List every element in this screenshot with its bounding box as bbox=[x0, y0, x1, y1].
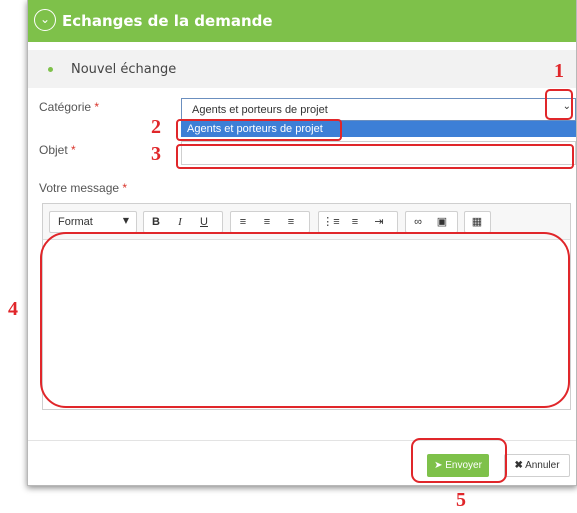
collapse-toggle-icon[interactable]: ⌄ bbox=[34, 9, 56, 31]
callout-box-3 bbox=[176, 144, 574, 169]
callout-box-5 bbox=[411, 438, 507, 483]
cancel-button[interactable]: ✖ Annuler bbox=[504, 454, 570, 477]
align-group: ≡ ≡ ≡ bbox=[230, 211, 310, 233]
callout-number-3: 3 bbox=[151, 143, 161, 165]
required-mark: * bbox=[71, 143, 76, 157]
align-center-icon[interactable]: ≡ bbox=[255, 212, 279, 232]
panel-title: Echanges de la demande bbox=[62, 12, 273, 30]
caret-down-icon: ▼ bbox=[122, 216, 129, 225]
list-group: ⋮≡ ≡ ⇥ bbox=[318, 211, 398, 233]
section-bar: Nouvel échange bbox=[28, 50, 576, 88]
categorie-label-text: Catégorie bbox=[39, 100, 92, 114]
message-label-text: Votre message bbox=[39, 181, 120, 195]
underline-button[interactable]: U bbox=[192, 212, 216, 232]
italic-button[interactable]: I bbox=[168, 212, 192, 232]
format-select-label: Format bbox=[58, 216, 93, 228]
categorie-select[interactable]: Agents et porteurs de projet ⌄ bbox=[181, 98, 576, 121]
callout-box-1 bbox=[545, 89, 573, 120]
table-icon[interactable]: ▦ bbox=[465, 212, 489, 232]
callout-number-4: 4 bbox=[8, 298, 18, 320]
bold-button[interactable]: B bbox=[144, 212, 168, 232]
required-mark: * bbox=[94, 100, 100, 114]
format-select[interactable]: Format ▼ bbox=[49, 211, 137, 233]
objet-label: Objet * bbox=[39, 143, 76, 157]
bullet-icon bbox=[48, 67, 53, 72]
section-title: Nouvel échange bbox=[71, 62, 177, 77]
numbered-list-icon[interactable]: ≡ bbox=[343, 212, 367, 232]
message-label: Votre message * bbox=[39, 181, 127, 195]
align-right-icon[interactable]: ≡ bbox=[279, 212, 303, 232]
callout-number-2: 2 bbox=[151, 116, 161, 138]
cancel-circle-icon: ✖ bbox=[514, 460, 523, 471]
callout-number-1: 1 bbox=[554, 60, 564, 82]
align-left-icon[interactable]: ≡ bbox=[231, 212, 255, 232]
link-icon[interactable]: ∞ bbox=[406, 212, 430, 232]
callout-box-4 bbox=[40, 232, 570, 408]
insert-group: ∞ ▣ bbox=[405, 211, 458, 233]
callout-number-5: 5 bbox=[456, 489, 466, 511]
bullet-list-icon[interactable]: ⋮≡ bbox=[319, 212, 343, 232]
image-icon[interactable]: ▣ bbox=[430, 212, 454, 232]
callout-box-2 bbox=[176, 119, 342, 141]
required-mark: * bbox=[122, 181, 128, 195]
objet-label-text: Objet bbox=[39, 143, 68, 157]
panel-header[interactable]: ⌄ Echanges de la demande bbox=[28, 0, 576, 42]
categorie-label: Catégorie * bbox=[39, 100, 99, 114]
categorie-selected-value: Agents et porteurs de projet bbox=[192, 104, 328, 116]
indent-icon[interactable]: ⇥ bbox=[367, 212, 391, 232]
table-group: ▦ bbox=[464, 211, 491, 233]
text-style-group: BIU bbox=[143, 211, 223, 233]
cancel-button-label: Annuler bbox=[525, 460, 560, 471]
